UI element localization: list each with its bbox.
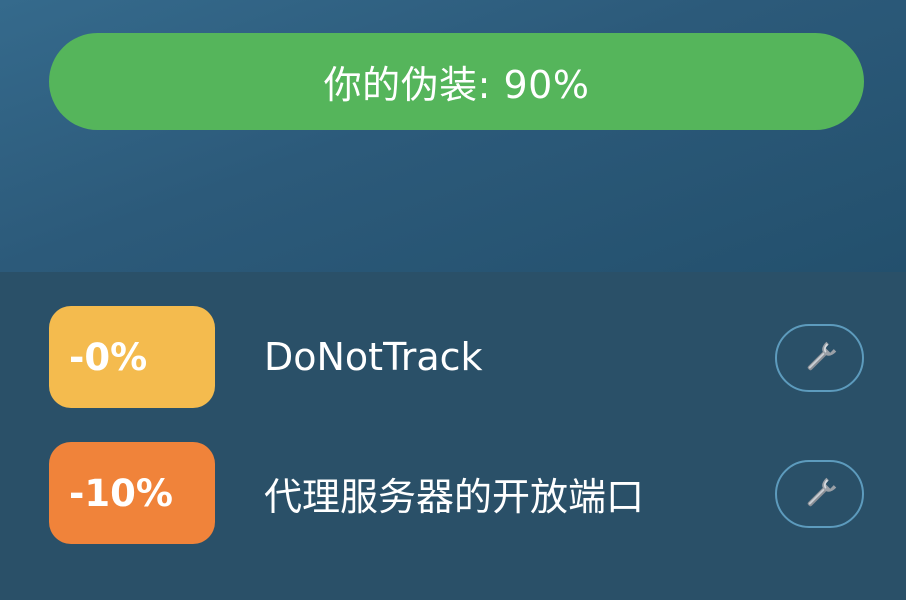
disguise-score-bar: 你的伪装: 90% <box>49 33 864 130</box>
check-row-donottrack: -0% DoNotTrack <box>0 306 906 408</box>
fix-button[interactable] <box>775 460 864 528</box>
check-row-proxy-ports: -10% 代理服务器的开放端口 <box>0 442 906 544</box>
fix-button[interactable] <box>775 324 864 392</box>
header-section: 你的伪装: 90% <box>0 0 906 272</box>
wrench-icon <box>807 477 836 507</box>
app-window: 你的伪装: 90% -0% DoNotTrack -10% 代理服务器的开放端口 <box>0 0 906 600</box>
check-name: 代理服务器的开放端口 <box>264 474 645 519</box>
penalty-badge: -0% <box>49 306 215 408</box>
disguise-score-label: 你的伪装: 90% <box>323 63 590 107</box>
check-name: DoNotTrack <box>264 335 483 379</box>
checks-list: -0% DoNotTrack -10% 代理服务器的开放端口 <box>0 272 906 600</box>
penalty-badge: -10% <box>49 442 215 544</box>
wrench-icon <box>807 341 836 371</box>
